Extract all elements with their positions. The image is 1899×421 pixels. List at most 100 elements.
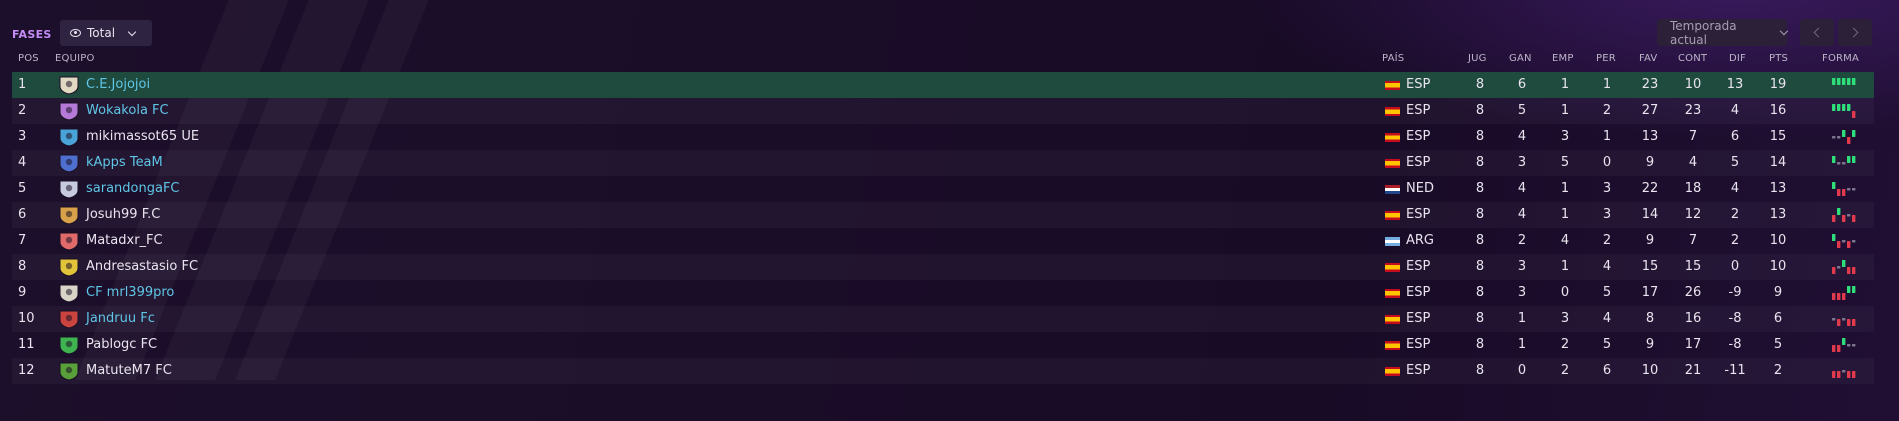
form-indicator [1832,207,1862,223]
col-form[interactable]: FORMA [1822,53,1859,64]
country-code: ESP [1406,285,1431,300]
stat-dif: 6 [1730,129,1740,144]
stat-played: 8 [1475,155,1485,170]
stat-won: 3 [1517,259,1527,274]
col-lost[interactable]: PER [1596,53,1616,64]
stat-lost: 0 [1602,155,1612,170]
table-row[interactable]: 5 sarandongaFC NED 8 4 1 3 22 18 4 13 [12,176,1874,202]
filter-label: Total [87,26,116,40]
stat-drawn: 1 [1560,207,1570,222]
chevron-down-icon [1780,26,1789,36]
stat-drawn: 1 [1560,77,1570,92]
form-indicator [1832,259,1862,275]
stat-gf: 17 [1641,285,1659,300]
col-played[interactable]: JUG [1468,53,1487,64]
stat-won: 3 [1517,285,1527,300]
table-row[interactable]: 6 Josuh99 F.C ESP 8 4 1 3 14 12 2 13 [12,202,1874,228]
col-goals-against[interactable]: CONT [1678,53,1707,64]
col-points[interactable]: PTS [1769,53,1788,64]
table-row[interactable]: 8 Andresastasio FC ESP 8 3 1 4 15 15 0 10 [12,254,1874,280]
team-badge-icon [57,205,81,225]
stat-pts: 13 [1769,207,1787,222]
stat-pts: 2 [1773,363,1783,378]
team-badge-icon [57,101,81,121]
stat-lost: 2 [1602,103,1612,118]
stat-won: 4 [1517,129,1527,144]
stat-drawn: 2 [1560,363,1570,378]
stat-lost: 3 [1602,207,1612,222]
stat-played: 8 [1475,181,1485,196]
stat-won: 0 [1517,363,1527,378]
stat-dif: -11 [1724,363,1746,378]
team-badge-icon [57,75,81,95]
team-badge-icon [57,179,81,199]
position: 6 [18,207,27,222]
table-row[interactable]: 1 C.E.Jojojoi ESP 8 6 1 1 23 10 13 19 [12,72,1874,98]
stat-dif: -8 [1728,311,1742,326]
country-code: ESP [1406,337,1431,352]
col-won[interactable]: GAN [1509,53,1532,64]
country-flag-icon [1385,185,1400,194]
form-indicator [1832,311,1862,327]
stat-ga: 7 [1688,129,1698,144]
table-row[interactable]: 10 Jandruu Fc ESP 8 1 3 4 8 16 -8 6 [12,306,1874,332]
team-name[interactable]: Andresastasio FC [86,254,198,280]
view-filter-dropdown[interactable]: Total [60,20,152,46]
next-button[interactable] [1838,19,1872,46]
stat-dif: 5 [1730,155,1740,170]
team-name[interactable]: Wokakola FC [86,98,169,124]
team-name[interactable]: mikimassot65 UE [86,124,199,150]
stat-gf: 9 [1645,233,1655,248]
table-row[interactable]: 12 MatuteM7 FC ESP 8 0 2 6 10 21 -11 2 [12,358,1874,384]
phases-label[interactable]: FASES [12,28,52,41]
stat-dif: -8 [1728,337,1742,352]
season-dropdown[interactable]: Temporada actual [1657,19,1789,47]
table-row[interactable]: 9 CF mrl399pro ESP 8 3 0 5 17 26 -9 9 [12,280,1874,306]
col-pos[interactable]: POS [18,53,39,64]
stat-played: 8 [1475,337,1485,352]
country-code: ARG [1406,233,1434,248]
position: 12 [18,363,35,378]
team-name[interactable]: sarandongaFC [86,176,180,202]
country-code: ESP [1406,207,1431,222]
col-team[interactable]: EQUIPO [55,53,95,64]
stat-lost: 1 [1602,129,1612,144]
table-row[interactable]: 7 Matadxr_FC ARG 8 2 4 2 9 7 2 10 [12,228,1874,254]
country-flag-icon [1385,81,1400,90]
table-row[interactable]: 4 kApps TeaM ESP 8 3 5 0 9 4 5 14 [12,150,1874,176]
col-goals-for[interactable]: FAV [1639,53,1657,64]
team-name[interactable]: CF mrl399pro [86,280,174,306]
table-row[interactable]: 11 Pablogc FC ESP 8 1 2 5 9 17 -8 5 [12,332,1874,358]
stat-pts: 10 [1769,233,1787,248]
stat-gf: 9 [1645,337,1655,352]
country-flag-icon [1385,263,1400,272]
team-name[interactable]: Jandruu Fc [86,306,155,332]
stat-drawn: 2 [1560,337,1570,352]
team-badge-icon [57,283,81,303]
team-name[interactable]: kApps TeaM [86,150,163,176]
stat-dif: 2 [1730,233,1740,248]
col-country[interactable]: PAÍS [1382,53,1404,64]
stat-won: 6 [1517,77,1527,92]
team-name[interactable]: Matadxr_FC [86,228,163,254]
team-name[interactable]: C.E.Jojojoi [86,72,150,98]
team-name[interactable]: MatuteM7 FC [86,358,172,384]
stat-lost: 5 [1602,337,1612,352]
team-name[interactable]: Pablogc FC [86,332,157,358]
team-badge-icon [57,127,81,147]
stat-played: 8 [1475,233,1485,248]
stat-dif: 13 [1726,77,1744,92]
country-code: ESP [1406,311,1431,326]
form-indicator [1832,285,1862,301]
team-badge-icon [57,231,81,251]
table-row[interactable]: 2 Wokakola FC ESP 8 5 1 2 27 23 4 16 [12,98,1874,124]
stat-gf: 9 [1645,155,1655,170]
col-goal-diff[interactable]: DIF [1729,53,1746,64]
previous-button[interactable] [1800,19,1834,46]
position: 8 [18,259,27,274]
team-name[interactable]: Josuh99 F.C [86,202,160,228]
table-row[interactable]: 3 mikimassot65 UE ESP 8 4 3 1 13 7 6 15 [12,124,1874,150]
col-drawn[interactable]: EMP [1552,53,1574,64]
stat-drawn: 0 [1560,285,1570,300]
stat-won: 1 [1517,337,1527,352]
